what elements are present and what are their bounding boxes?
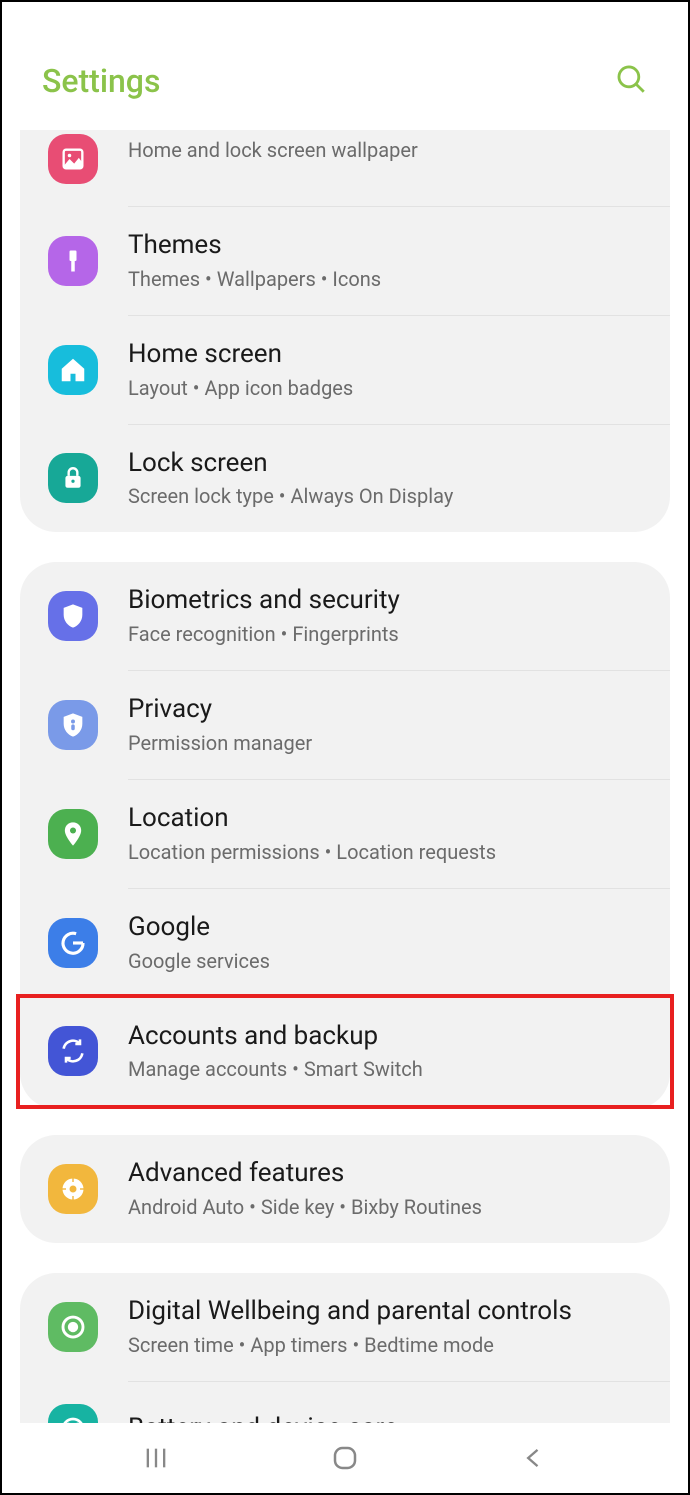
settings-item-home-screen[interactable]: Home screenLayout • App icon badges [20,316,670,424]
accounts-icon [48,1026,98,1076]
lock-screen-icon [48,453,98,503]
settings-list[interactable]: Home and lock screen wallpaper ThemesThem… [2,130,688,1423]
home-screen-icon [48,345,98,395]
item-subtitle: Location permissions • Location requests [128,838,642,866]
item-title: Accounts and backup [128,1020,642,1054]
item-title: Google [128,911,642,945]
settings-item-advanced[interactable]: Advanced featuresAndroid Auto • Side key… [20,1135,670,1243]
navigation-bar [2,1423,688,1493]
item-subtitle: Face recognition • Fingerprints [128,620,642,648]
page-title: Settings [42,62,160,100]
privacy-icon [48,700,98,750]
item-subtitle: Google services [128,947,642,975]
settings-group: Biometrics and securityFace recognition … [20,562,670,1109]
home-button[interactable] [330,1443,360,1473]
settings-item-google[interactable]: GoogleGoogle services [20,889,670,997]
item-title: Home screen [128,338,642,372]
settings-item-wellbeing[interactable]: Digital Wellbeing and parental controlsS… [20,1273,670,1381]
recent-apps-button[interactable] [142,1444,170,1472]
settings-item-privacy[interactable]: PrivacyPermission manager [20,671,670,779]
item-title: Battery and device care [128,1412,642,1423]
item-title: Biometrics and security [128,584,642,618]
advanced-icon [48,1164,98,1214]
item-title: Privacy [128,693,642,727]
settings-item-accounts[interactable]: Accounts and backupManage accounts • Sma… [16,994,674,1110]
settings-item-battery[interactable]: Battery and device care [20,1382,670,1423]
item-subtitle: Screen lock type • Always On Display [128,482,642,510]
settings-group: Home and lock screen wallpaper ThemesThem… [20,130,670,532]
item-subtitle: Themes • Wallpapers • Icons [128,265,642,293]
themes-icon [48,236,98,286]
wallpaper-icon [48,134,98,184]
wellbeing-icon [48,1302,98,1352]
back-button[interactable] [520,1444,548,1472]
item-subtitle: Home and lock screen wallpaper [128,136,642,164]
google-icon [48,918,98,968]
settings-group: Digital Wellbeing and parental controlsS… [20,1273,670,1423]
biometrics-icon [48,591,98,641]
item-title: Lock screen [128,447,642,481]
settings-item-location[interactable]: LocationLocation permissions • Location … [20,780,670,888]
item-subtitle: Screen time • App timers • Bedtime mode [128,1331,642,1359]
item-subtitle: Permission manager [128,729,642,757]
search-icon[interactable] [614,62,648,100]
settings-item-lock-screen[interactable]: Lock screenScreen lock type • Always On … [20,425,670,533]
location-icon [48,809,98,859]
settings-header: Settings [2,2,688,130]
item-title: Advanced features [128,1157,642,1191]
item-title: Themes [128,229,642,263]
settings-item-themes[interactable]: ThemesThemes • Wallpapers • Icons [20,207,670,315]
item-title: Location [128,802,642,836]
battery-icon [48,1404,98,1423]
item-subtitle: Manage accounts • Smart Switch [128,1055,642,1083]
settings-item-biometrics[interactable]: Biometrics and securityFace recognition … [20,562,670,670]
settings-group: Advanced featuresAndroid Auto • Side key… [20,1135,670,1243]
settings-item-wallpaper[interactable]: Home and lock screen wallpaper [20,130,670,206]
item-subtitle: Layout • App icon badges [128,374,642,402]
item-subtitle: Android Auto • Side key • Bixby Routines [128,1193,642,1221]
item-title: Digital Wellbeing and parental controls [128,1295,642,1329]
